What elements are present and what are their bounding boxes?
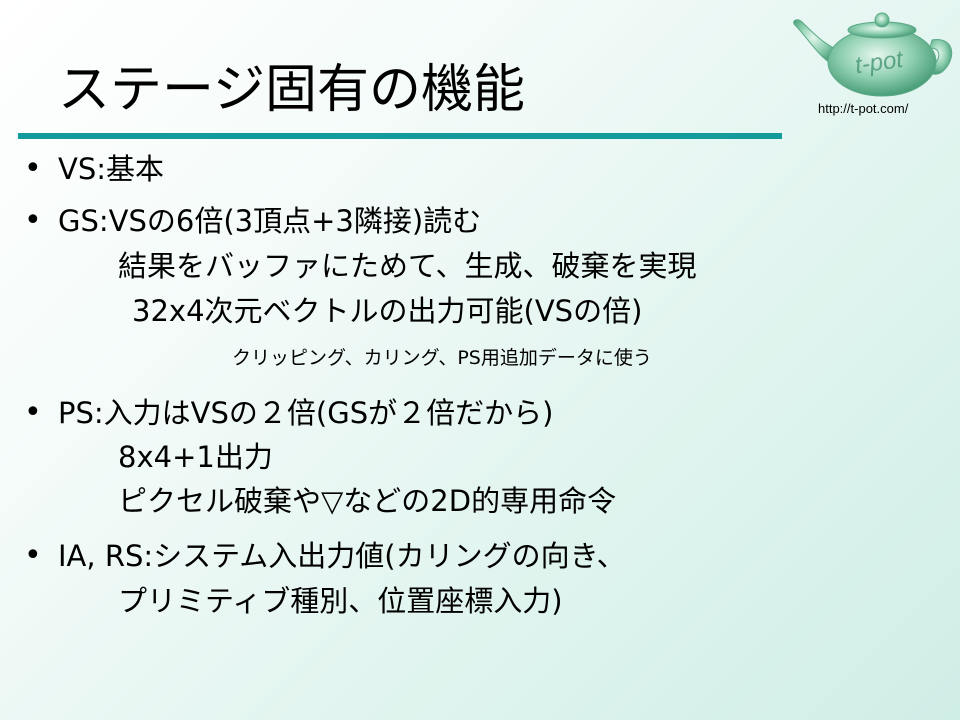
bullet-subline: 8x4+1出力 bbox=[118, 440, 273, 474]
bullet-subline: プリミティブ種別、位置座標入力) bbox=[118, 584, 563, 618]
slide-title: ステージ固有の機能 bbox=[58, 60, 525, 120]
bullet-line: PS:入力はVSの２倍(GSが２倍だから) bbox=[58, 396, 554, 430]
bullet-subline: ピクセル破棄や▽などの2D的専用命令 bbox=[118, 484, 617, 518]
bullet-line: IA, RS:システム入出力値(カリングの向き、 bbox=[58, 539, 626, 573]
bullet-marker: • bbox=[24, 538, 42, 573]
title-underline bbox=[18, 133, 782, 139]
teapot-logo: t-pot bbox=[793, 12, 953, 97]
bullet-subline: 結果をバッファにためて、生成、破棄を実現 bbox=[118, 249, 697, 283]
bullet-marker: • bbox=[24, 203, 42, 238]
slide: ステージ固有の機能 t-pot http://t-pot.com/ • VS:基… bbox=[0, 0, 960, 720]
bullet-marker: • bbox=[24, 395, 42, 430]
bullet-note: クリッピング、カリング、PS用追加データに使う bbox=[232, 347, 652, 369]
bullet-line: GS:VSの6倍(3頂点+3隣接)読む bbox=[58, 204, 482, 238]
bullet-marker: • bbox=[24, 151, 42, 186]
bullet-subline: 32x4次元ベクトルの出力可能(VSの倍) bbox=[132, 294, 643, 328]
site-url[interactable]: http://t-pot.com/ bbox=[818, 101, 908, 116]
bullet-line: VS:基本 bbox=[58, 152, 165, 186]
